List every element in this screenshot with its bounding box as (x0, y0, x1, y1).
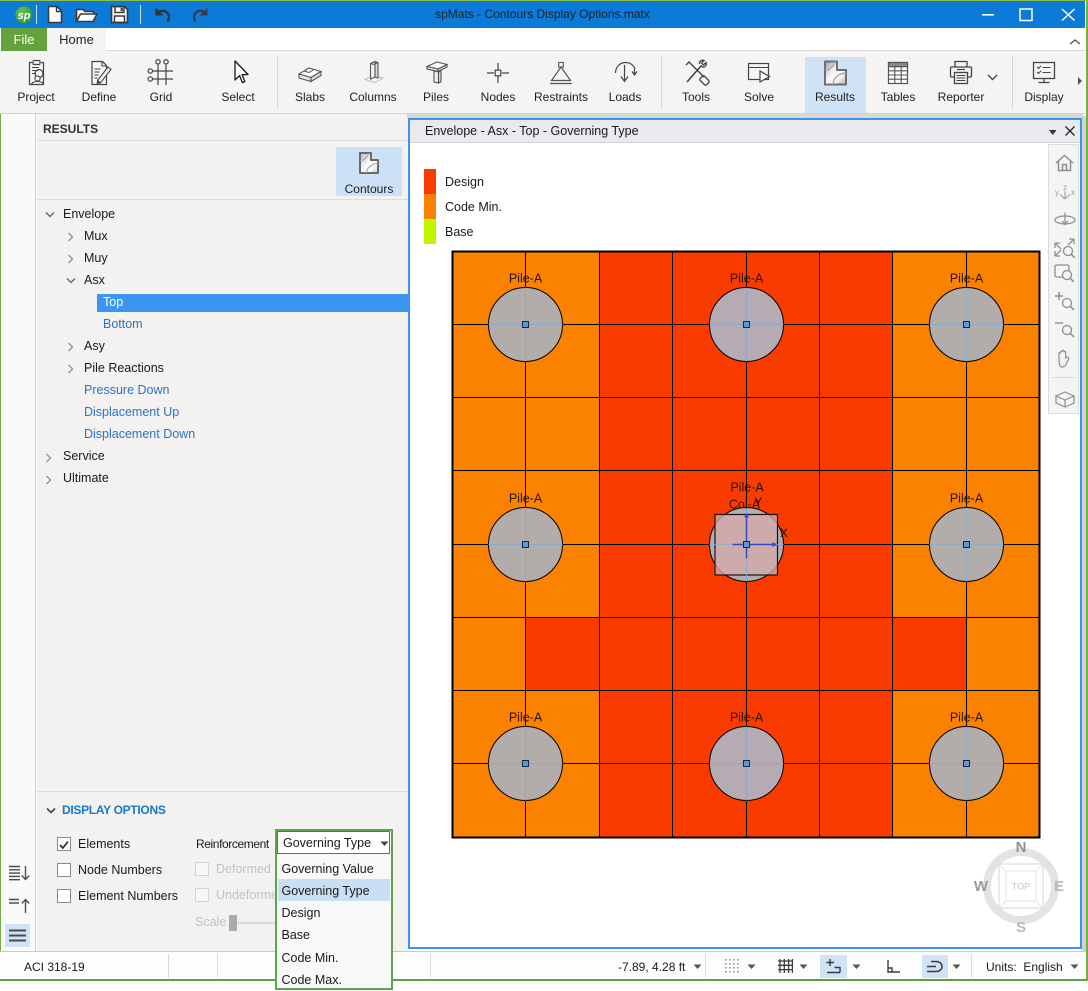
svg-text:Pile-A: Pile-A (730, 711, 764, 725)
svg-text:Design: Design (445, 175, 484, 189)
svg-text:Code Min.: Code Min. (445, 200, 502, 214)
svg-text:Pile-A: Pile-A (950, 492, 984, 506)
svg-text:Pile-A: Pile-A (730, 481, 764, 495)
svg-text:Pile-A: Pile-A (730, 272, 764, 286)
svg-text:E: E (1054, 878, 1064, 895)
svg-text:Col-A: Col-A (729, 498, 761, 512)
svg-text:S: S (1016, 919, 1026, 936)
svg-text:TOP: TOP (1012, 882, 1030, 892)
svg-text:Base: Base (445, 225, 474, 239)
svg-text:Pile-A: Pile-A (509, 272, 543, 286)
svg-text:Pile-A: Pile-A (509, 711, 543, 725)
svg-text:Pile-A: Pile-A (950, 711, 984, 725)
svg-text:Pile-A: Pile-A (950, 272, 984, 286)
svg-text:X: X (780, 528, 788, 540)
svg-text:Pile-A: Pile-A (509, 492, 543, 506)
svg-text:W: W (974, 878, 989, 895)
svg-text:N: N (1016, 839, 1027, 856)
